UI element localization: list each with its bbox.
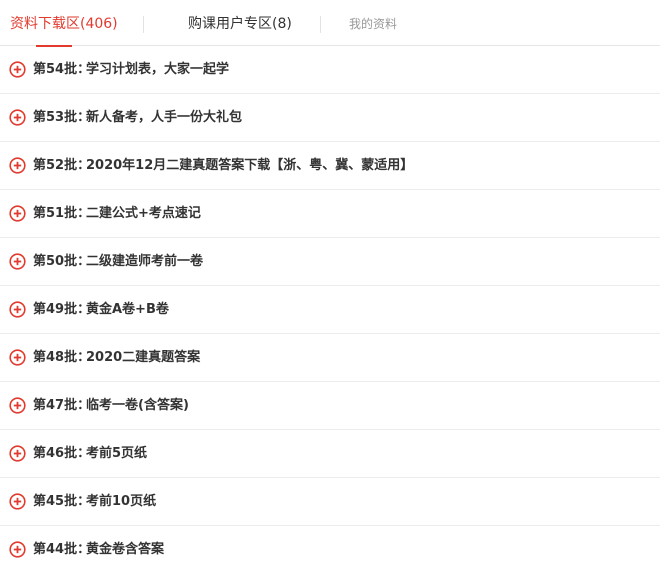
plus-circle-icon[interactable]: [9, 493, 26, 510]
batch-label: 第45批：: [33, 494, 91, 509]
list-item[interactable]: 第52批： 2020年12月二建真题答案下载【浙、粤、冀、蒙适用】: [0, 142, 660, 190]
batch-label: 第51批：: [33, 206, 91, 221]
tab-bar: 资料下载区(406) 购课用户专区(8) 我的资料: [0, 0, 660, 47]
list-item[interactable]: 第48批： 2020二建真题答案: [0, 334, 660, 382]
list-item[interactable]: 第46批： 考前5页纸: [0, 430, 660, 478]
plus-circle-icon[interactable]: [9, 541, 26, 558]
list-item[interactable]: 第50批： 二级建造师考前一卷: [0, 238, 660, 286]
item-title[interactable]: 考前5页纸: [86, 430, 147, 478]
batch-label: 第44批：: [33, 542, 91, 557]
plus-circle-icon[interactable]: [9, 205, 26, 222]
list-item[interactable]: 第44批： 黄金卷含答案: [0, 526, 660, 564]
list-item[interactable]: 第51批： 二建公式+考点速记: [0, 190, 660, 238]
batch-label: 第47批：: [33, 398, 91, 413]
plus-circle-icon[interactable]: [9, 397, 26, 414]
plus-circle-icon[interactable]: [9, 445, 26, 462]
item-title[interactable]: 黄金卷含答案: [86, 526, 164, 564]
batch-label: 第53批：: [33, 110, 91, 125]
plus-circle-icon[interactable]: [9, 349, 26, 366]
materials-list: 第54批： 学习计划表，大家一起学 第53批： 新人备考，人手一份大礼包 第52…: [0, 46, 660, 564]
item-title[interactable]: 2020年12月二建真题答案下载【浙、粤、冀、蒙适用】: [86, 142, 413, 190]
list-item[interactable]: 第47批： 临考一卷(含答案): [0, 382, 660, 430]
plus-circle-icon[interactable]: [9, 157, 26, 174]
item-title[interactable]: 二级建造师考前一卷: [86, 238, 203, 286]
plus-circle-icon[interactable]: [9, 301, 26, 318]
item-title[interactable]: 新人备考，人手一份大礼包: [86, 94, 242, 142]
item-title[interactable]: 黄金A卷+B卷: [86, 286, 169, 334]
batch-label: 第50批：: [33, 254, 91, 269]
batch-label: 第49批：: [33, 302, 91, 317]
tab-my-materials[interactable]: 我的资料: [349, 0, 397, 46]
item-title[interactable]: 学习计划表，大家一起学: [86, 46, 229, 94]
list-item[interactable]: 第49批： 黄金A卷+B卷: [0, 286, 660, 334]
batch-label: 第48批：: [33, 350, 91, 365]
list-item[interactable]: 第54批： 学习计划表，大家一起学: [0, 46, 660, 94]
tab-divider: [320, 16, 321, 33]
batch-label: 第54批：: [33, 62, 91, 77]
item-title[interactable]: 临考一卷(含答案): [86, 382, 189, 430]
batch-label: 第52批：: [33, 158, 91, 173]
item-title[interactable]: 二建公式+考点速记: [86, 190, 201, 238]
list-item[interactable]: 第53批： 新人备考，人手一份大礼包: [0, 94, 660, 142]
tab-purchased-users[interactable]: 购课用户专区(8): [188, 0, 292, 46]
item-title[interactable]: 2020二建真题答案: [86, 334, 200, 382]
tab-download-area[interactable]: 资料下载区(406): [10, 0, 118, 47]
item-title[interactable]: 考前10页纸: [86, 478, 156, 526]
batch-label: 第46批：: [33, 446, 91, 461]
list-item[interactable]: 第45批： 考前10页纸: [0, 478, 660, 526]
tab-divider: [143, 16, 144, 33]
plus-circle-icon[interactable]: [9, 61, 26, 78]
plus-circle-icon[interactable]: [9, 253, 26, 270]
plus-circle-icon[interactable]: [9, 109, 26, 126]
